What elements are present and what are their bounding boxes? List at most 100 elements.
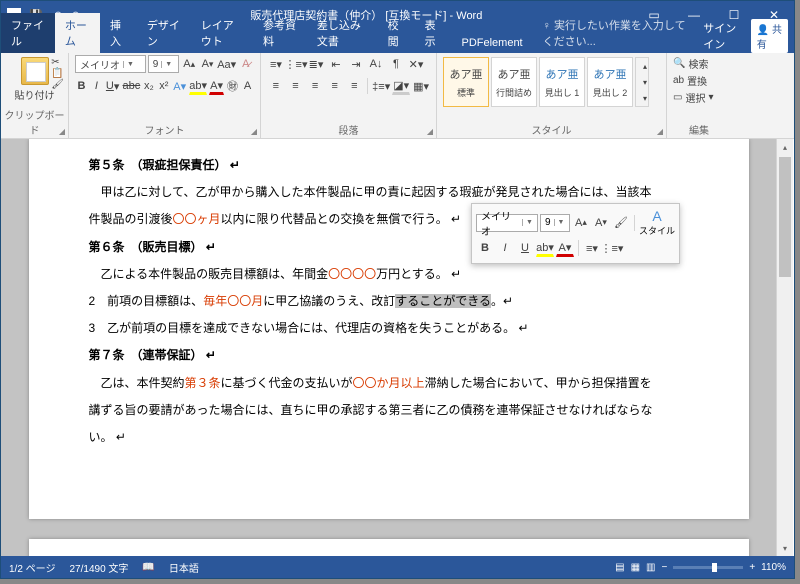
proofing-icon[interactable]: 📖 [142,562,154,573]
paste-icon [21,57,49,85]
subscript-button[interactable]: x₂ [142,77,155,95]
tab-layout[interactable]: レイアウト [191,13,253,53]
mini-bullets-icon[interactable]: ≡▾ [583,239,601,257]
copy-icon[interactable]: 📋 [51,68,64,79]
mini-numbering-icon[interactable]: ⋮≡▾ [603,239,621,257]
style-no-spacing[interactable]: あア亜行間詰め [491,57,537,107]
ribbon-tabs: ファイル ホーム 挿入 デザイン レイアウト 参考資料 差し込み文書 校閲 表示… [1,29,794,53]
align-right-icon[interactable]: ≡ [306,77,324,95]
mini-italic-button[interactable]: I [496,239,514,257]
text-effects-icon[interactable]: A▾ [172,77,187,95]
mini-font-color-icon[interactable]: A▾ [556,239,574,257]
select-button[interactable]: ▭ 選択▾ [673,89,725,106]
para-launcher-icon[interactable]: ◢ [427,127,433,136]
tab-review[interactable]: 校閲 [378,13,415,53]
font-launcher-icon[interactable]: ◢ [251,127,257,136]
page[interactable] [29,539,749,556]
tell-me[interactable]: ♀ 実行したい作業を入力してください... [533,13,704,53]
zoom-slider[interactable] [673,566,743,569]
mini-highlight-icon[interactable]: ab▾ [536,239,554,257]
tab-references[interactable]: 参考資料 [253,13,307,53]
replace-button[interactable]: ab 置換 [673,72,725,89]
scroll-down-icon[interactable]: ▾ [777,540,793,556]
zoom-in-button[interactable]: + [749,562,755,573]
mini-underline-button[interactable]: U [516,239,534,257]
signin-link[interactable]: サインイン [703,20,742,52]
strike-button[interactable]: abc [122,77,140,95]
mini-styles-button[interactable]: Aスタイル [639,208,675,237]
tab-insert[interactable]: 挿入 [100,13,137,53]
document-area: 第５条 （瑕疵担保責任） ↵ 甲は乙に対して、乙が甲から購入した本件製品に甲の責… [1,139,776,556]
word-count[interactable]: 27/1490 文字 [69,560,128,575]
read-mode-icon[interactable]: ▤ [615,562,624,573]
tab-design[interactable]: デザイン [137,13,191,53]
body-text: 講ずる旨の要請があった場合には、直ちに甲の承認する第三者に乙の債務を連帯保証させ… [89,398,689,423]
font-name-combo[interactable]: メイリオ▼ [75,55,146,73]
change-case-icon[interactable]: Aa▾ [218,55,236,73]
style-normal[interactable]: あア亜標準 [443,57,489,107]
tab-view[interactable]: 表示 [415,13,452,53]
superscript-button[interactable]: x² [157,77,170,95]
numbering-icon[interactable]: ⋮≡▾ [287,55,305,73]
highlight-icon[interactable]: ab▾ [189,77,207,95]
styles-launcher-icon[interactable]: ◢ [657,127,663,136]
mini-grow-icon[interactable]: A▴ [572,214,590,232]
print-layout-icon[interactable]: ▦ [631,562,640,573]
mini-font-combo[interactable]: メイリオ▼ [476,214,538,232]
styles-more-icon[interactable]: ▾ [636,90,654,106]
share-button[interactable]: 👤 共有 [751,19,788,53]
style-heading2[interactable]: あア亜見出し 2 [587,57,633,107]
decrease-font-icon[interactable]: A▾ [199,55,215,73]
decrease-indent-icon[interactable]: ⇤ [327,55,345,73]
style-heading1[interactable]: あア亜見出し 1 [539,57,585,107]
enclose-char-icon[interactable]: A [241,77,254,95]
line-spacing-icon[interactable]: ‡≡▾ [372,77,390,95]
styles-down-icon[interactable]: ▾ [636,74,654,90]
sort-icon[interactable]: A↓ [367,55,385,73]
clipboard-launcher-icon[interactable]: ◢ [59,127,65,136]
page[interactable]: 第５条 （瑕疵担保責任） ↵ 甲は乙に対して、乙が甲から購入した本件製品に甲の責… [29,139,749,519]
font-color-icon[interactable]: A▾ [209,77,224,95]
mini-size-combo[interactable]: 9▼ [540,214,570,232]
body-text: 2 前項の目標額は、毎年〇〇月に甲乙協議のうえ、改訂することができる。↵ [89,289,689,314]
zoom-out-button[interactable]: − [661,562,667,573]
language-indicator[interactable]: 日本語 [169,560,199,575]
increase-font-icon[interactable]: A▴ [181,55,197,73]
show-marks-icon[interactable]: ¶ [387,55,405,73]
phonetic-guide-icon[interactable]: ㊖ [226,77,239,95]
multilevel-icon[interactable]: ≣▾ [307,55,325,73]
scroll-up-icon[interactable]: ▴ [777,139,793,155]
align-dist-icon[interactable]: ≡ [346,77,364,95]
tab-pdfelement[interactable]: PDFelement [451,33,532,53]
tab-home[interactable]: ホーム [55,13,100,53]
align-distributed-icon[interactable]: ✕▾ [407,55,425,73]
clear-format-icon[interactable]: A̷ [238,55,254,73]
italic-button[interactable]: I [90,77,103,95]
status-bar: 1/2 ページ 27/1490 文字 📖 日本語 ▤ ▦ ▥ − + 110% [1,556,794,578]
align-center-icon[interactable]: ≡ [287,77,305,95]
align-left-icon[interactable]: ≡ [267,77,285,95]
bold-button[interactable]: B [75,77,88,95]
mini-shrink-icon[interactable]: A▾ [592,214,610,232]
borders-icon[interactable]: ▦▾ [412,77,430,95]
zoom-level[interactable]: 110% [761,562,786,573]
mini-format-painter-icon[interactable]: 🖌 [612,214,630,232]
find-button[interactable]: 🔍 検索 [673,55,725,72]
scroll-thumb[interactable] [779,157,791,277]
bullets-icon[interactable]: ≡▾ [267,55,285,73]
styles-up-icon[interactable]: ▴ [636,58,654,74]
underline-button[interactable]: U▾ [105,77,120,95]
align-justify-icon[interactable]: ≡ [326,77,344,95]
shading-icon[interactable]: ◪▾ [392,77,410,95]
mini-bold-button[interactable]: B [476,239,494,257]
format-painter-icon[interactable]: 🖌 [51,79,64,90]
page-indicator[interactable]: 1/2 ページ [9,560,55,575]
tab-mailings[interactable]: 差し込み文書 [307,13,378,53]
group-paragraph: 段落 [261,122,436,137]
tab-file[interactable]: ファイル [1,13,55,53]
increase-indent-icon[interactable]: ⇥ [347,55,365,73]
font-size-combo[interactable]: 9▼ [148,55,179,73]
cut-icon[interactable]: ✂ [51,57,64,68]
vertical-scrollbar[interactable]: ▴ ▾ [776,139,793,556]
web-layout-icon[interactable]: ▥ [646,562,655,573]
